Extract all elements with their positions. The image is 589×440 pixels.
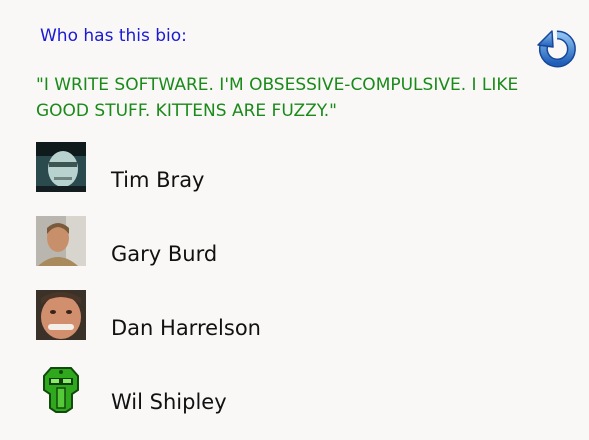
choice-name: Wil Shipley — [111, 390, 227, 414]
choice-gary-burd[interactable]: Gary Burd — [36, 216, 476, 268]
wil-shipley-avatar — [36, 364, 86, 414]
dan-harrelson-avatar — [36, 290, 86, 340]
bio-quote: "I WRITE SOFTWARE. I'M OBSESSIVE-COMPULS… — [36, 75, 519, 121]
choice-tim-bray[interactable]: Tim Bray — [36, 142, 476, 194]
tim-bray-avatar — [36, 142, 86, 192]
question-label: Who has this bio: — [40, 26, 187, 46]
refresh-icon — [537, 30, 576, 68]
choice-name: Tim Bray — [111, 168, 205, 192]
gary-burd-avatar — [36, 216, 86, 266]
choice-name: Dan Harrelson — [111, 316, 261, 340]
choice-name: Gary Burd — [111, 242, 218, 266]
choice-dan-harrelson[interactable]: Dan Harrelson — [36, 290, 476, 342]
refresh-button[interactable] — [535, 25, 579, 69]
choice-wil-shipley[interactable]: Wil Shipley — [36, 364, 476, 416]
